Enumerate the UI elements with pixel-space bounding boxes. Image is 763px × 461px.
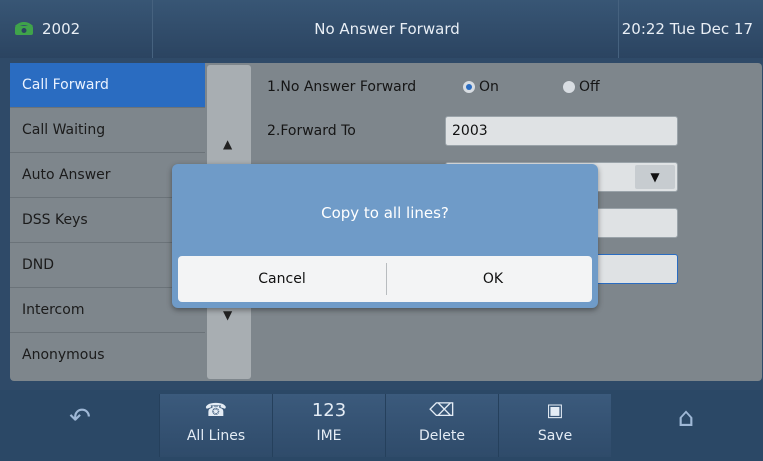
ime-icon: 123 xyxy=(311,400,347,421)
line-number: 2002 xyxy=(42,20,81,38)
sidebar-item-anonymous[interactable]: Anonymous xyxy=(10,333,205,378)
delete-label: Delete xyxy=(419,428,465,444)
ok-button[interactable]: OK xyxy=(388,256,598,302)
back-button[interactable]: ↶ xyxy=(24,394,136,457)
forward-to-input[interactable]: 2003 xyxy=(445,116,678,146)
home-icon: ⌂ xyxy=(677,403,695,433)
dropdown-arrow-icon[interactable]: ▼ xyxy=(635,165,675,189)
scroll-up-icon[interactable]: ▲ xyxy=(223,137,232,151)
date-time: 20:22 Tue Dec 17 xyxy=(621,20,753,38)
backspace-icon: ⌫ xyxy=(429,400,455,421)
save-button[interactable]: ▣ Save xyxy=(498,394,611,457)
ime-button[interactable]: 123 IME xyxy=(272,394,385,457)
home-button[interactable]: ⌂ xyxy=(630,394,742,457)
sidebar-item-call-waiting[interactable]: Call Waiting xyxy=(10,108,205,153)
radio-on[interactable]: On xyxy=(463,79,499,95)
dialog-message: Copy to all lines? xyxy=(321,204,449,222)
all-lines-label: All Lines xyxy=(186,428,246,444)
radio-on-label: On xyxy=(479,79,499,95)
divider xyxy=(386,263,387,295)
delete-button[interactable]: ⌫ Delete xyxy=(385,394,498,457)
dialog-button-bar: Cancel OK xyxy=(178,256,592,302)
radio-off-label: Off xyxy=(579,79,600,95)
no-answer-forward-label: 1.No Answer Forward xyxy=(267,79,417,95)
softkey-bar: ↶ ☎ All Lines 123 IME ⌫ Delete ▣ Save ⌂ xyxy=(0,390,763,461)
save-label: Save xyxy=(537,428,573,444)
forward-to-label: 2.Forward To xyxy=(267,123,356,139)
floppy-disk-icon: ▣ xyxy=(546,400,564,421)
divider xyxy=(618,0,619,58)
radio-off-indicator[interactable] xyxy=(563,81,575,93)
status-bar: 2002 No Answer Forward 20:22 Tue Dec 17 xyxy=(0,0,763,58)
scroll-down-icon[interactable]: ▼ xyxy=(223,308,232,322)
page-title: No Answer Forward xyxy=(314,20,460,38)
radio-on-indicator[interactable] xyxy=(463,81,475,93)
line-indicator: 2002 xyxy=(14,20,80,38)
back-arrow-icon: ↶ xyxy=(69,403,91,433)
confirm-dialog: Copy to all lines? Cancel OK xyxy=(172,164,598,308)
all-lines-button[interactable]: ☎ All Lines xyxy=(159,394,272,457)
ime-label: IME xyxy=(316,428,342,444)
cancel-button[interactable]: Cancel xyxy=(178,256,386,302)
forward-to-row: 2.Forward To 2003 xyxy=(253,109,762,153)
radio-off[interactable]: Off xyxy=(563,79,600,95)
sidebar-item-call-forward[interactable]: Call Forward xyxy=(10,63,205,108)
phone-icon xyxy=(15,22,33,35)
phone-icon: ☎ xyxy=(204,400,228,421)
no-answer-forward-row: 1.No Answer Forward On Off xyxy=(253,65,762,109)
